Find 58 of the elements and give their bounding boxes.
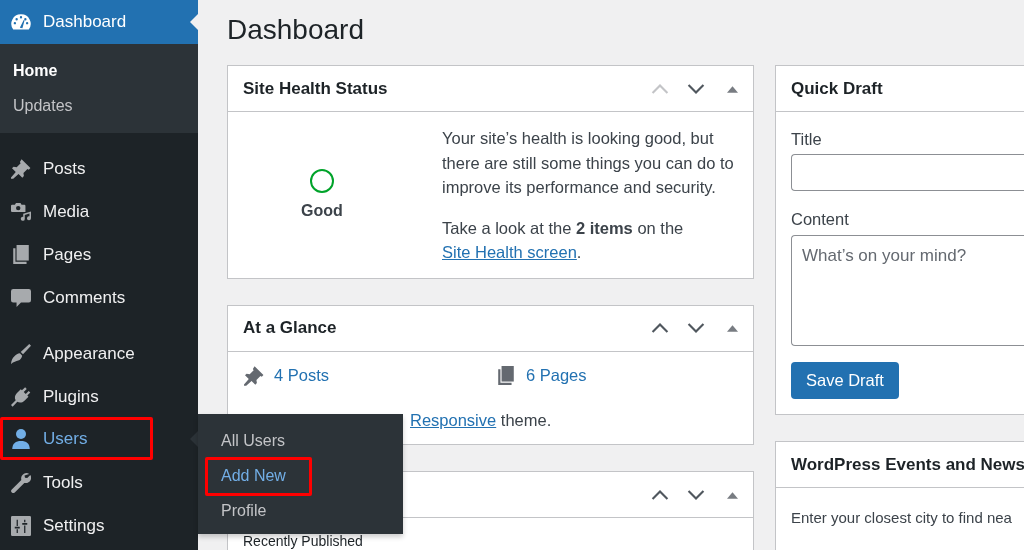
menu-item[interactable]: Users <box>0 417 153 460</box>
menu-item[interactable]: Plugins <box>0 375 198 418</box>
menu-item[interactable]: Tools <box>0 461 198 504</box>
submenu-item[interactable]: Profile <box>198 493 403 529</box>
person-icon <box>11 428 31 449</box>
page-title: Dashboard <box>227 14 365 46</box>
save-draft-button[interactable]: Save Draft <box>791 362 899 399</box>
menu-item[interactable]: Posts <box>0 147 198 190</box>
count-link[interactable]: 4 Posts <box>243 363 330 388</box>
site-health-link[interactable]: Site Health screen <box>442 243 577 261</box>
events-intro-text: Enter your closest city to find nea <box>791 508 1013 528</box>
section-heading: Recently Published <box>243 534 364 548</box>
card-title: Quick Draft <box>791 78 883 99</box>
submenu-item[interactable]: Updates <box>0 88 198 123</box>
menu-item[interactable]: Dashboard <box>0 0 198 44</box>
theme-link[interactable]: Responsive <box>410 410 497 429</box>
submenu-item[interactable]: Home <box>0 53 198 88</box>
plug-icon <box>11 386 31 407</box>
health-status-label: Good <box>301 201 343 222</box>
chevron-up-icon <box>651 323 669 333</box>
health-summary-text: Your site’s health is looking good, but there are still some things you can do to improve its performance and security. <box>442 128 734 198</box>
menu-pointer-icon <box>190 14 198 30</box>
chevron-down-icon <box>687 83 705 94</box>
field-label: Title <box>791 129 822 149</box>
wrench-icon <box>11 472 31 493</box>
menu-item[interactable]: Pages <box>0 233 198 276</box>
triangle-up-icon <box>726 490 738 499</box>
paintbrush-icon <box>11 343 31 364</box>
submenu-item[interactable]: Add New <box>205 456 312 496</box>
gauge-icon <box>11 12 31 32</box>
count-link[interactable]: 6 Pages <box>495 363 587 388</box>
camera-music-icon <box>11 201 31 222</box>
health-details-text: Take a look at the 2 items on the Site Health screen. <box>442 217 685 263</box>
title-input[interactable] <box>791 154 1024 191</box>
triangle-up-icon <box>726 324 738 332</box>
triangle-up-icon <box>726 84 738 93</box>
chevron-up-icon <box>651 489 669 500</box>
field-label: Content <box>791 209 849 229</box>
pushpin-icon <box>11 158 31 179</box>
theme-note-text: Responsive theme. <box>410 409 553 431</box>
card-title: Site Health Status <box>243 78 388 99</box>
menu-item[interactable]: Settings <box>0 504 198 547</box>
chevron-down-icon <box>687 489 705 500</box>
stacked-pages-icon <box>496 365 516 386</box>
chevron-up-icon <box>651 83 669 94</box>
pushpin-icon <box>244 365 264 386</box>
card-title: WordPress Events and News <box>791 454 1024 475</box>
chevron-down-icon <box>687 323 705 333</box>
menu-item[interactable]: Media <box>0 190 198 233</box>
menu-item[interactable]: Comments <box>0 276 198 319</box>
submenu-item[interactable]: All Users <box>198 423 403 459</box>
stacked-pages-icon <box>11 244 31 265</box>
card-title: At a Glance <box>243 318 337 338</box>
sliders-icon <box>11 515 31 536</box>
content-textarea[interactable]: What’s on your mind? <box>791 235 1024 346</box>
speech-bubble-icon <box>11 287 31 308</box>
menu-item[interactable]: Appearance <box>0 332 198 375</box>
status-ring-icon <box>310 169 334 194</box>
